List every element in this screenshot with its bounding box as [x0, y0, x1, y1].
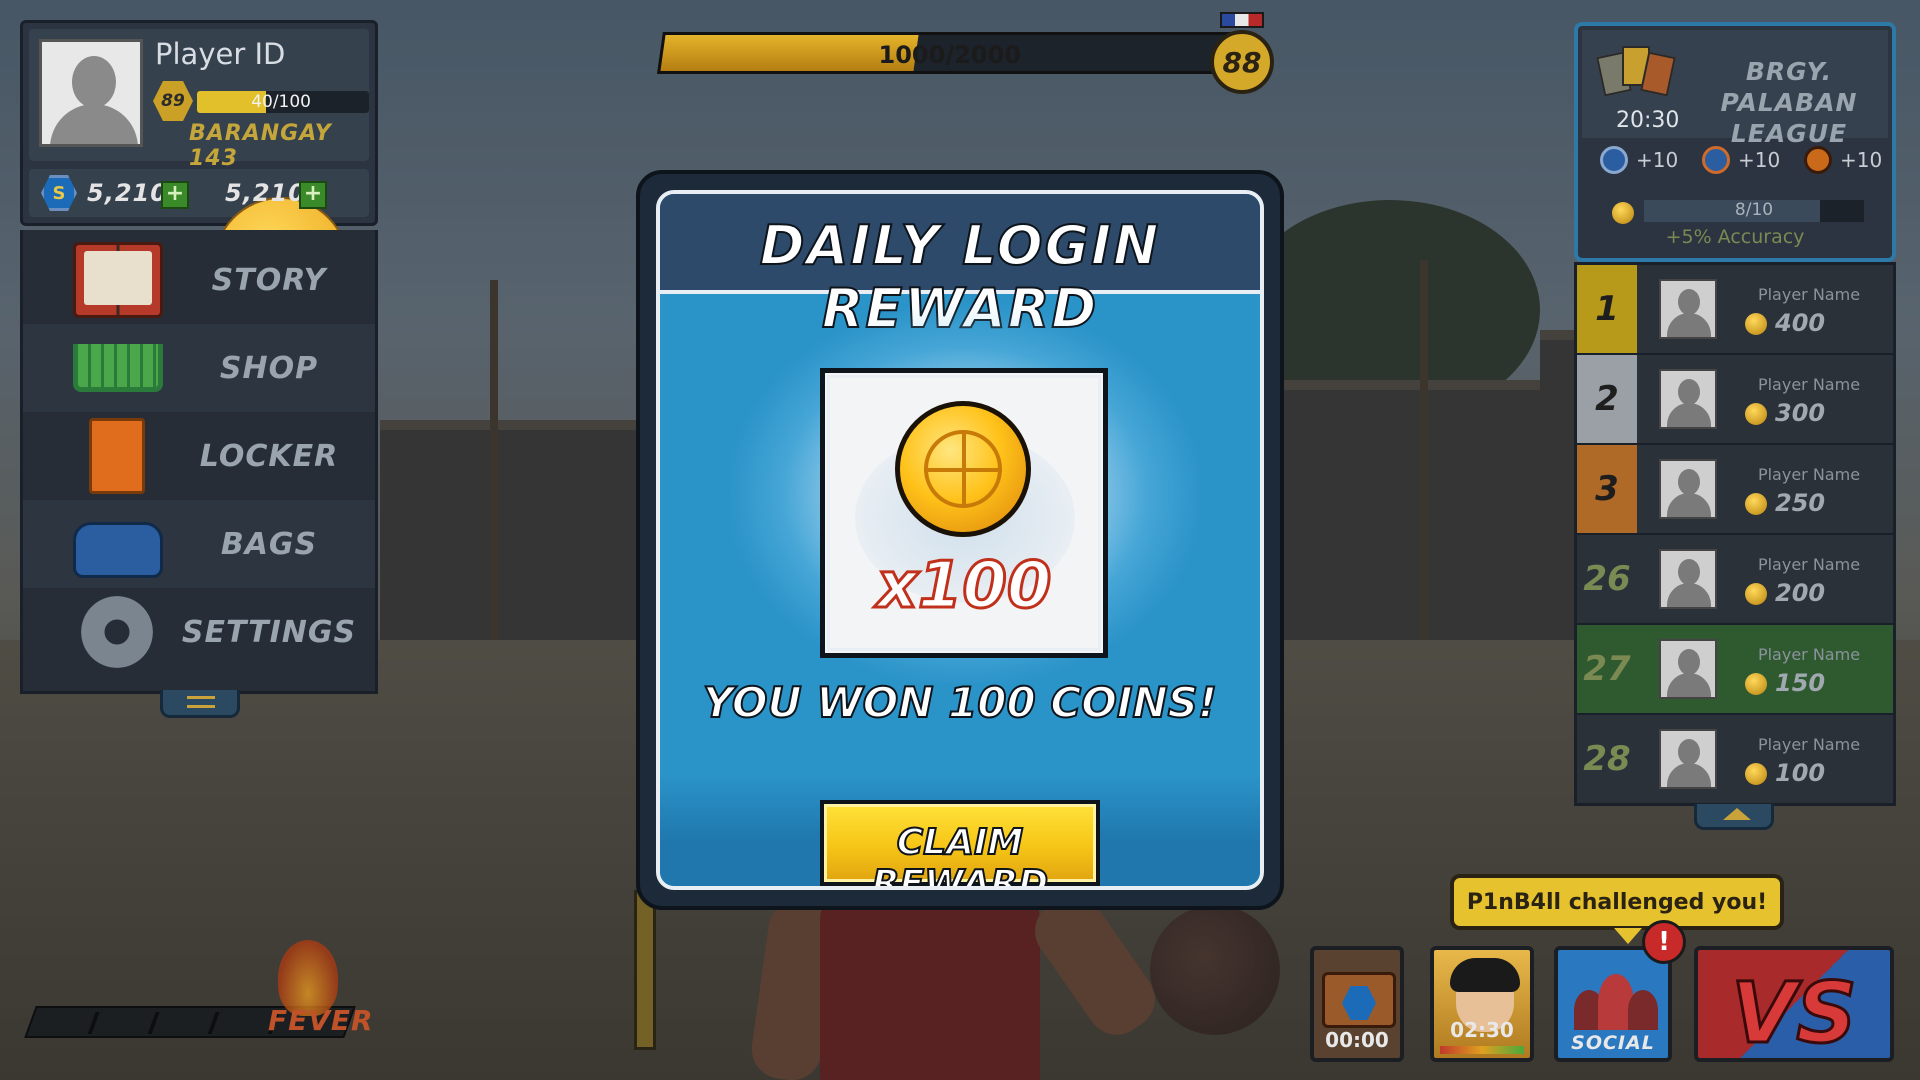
reward-card: x100 — [820, 368, 1108, 658]
dialog-header: DAILY LOGIN REWARD — [660, 194, 1260, 341]
claim-reward-label: CLAIM REWARD — [871, 821, 1049, 890]
dialog-body: DAILY LOGIN REWARD x100 YOU WON 100 COIN… — [656, 190, 1264, 890]
claim-reward-button[interactable]: CLAIM REWARD — [820, 800, 1100, 886]
daily-reward-dialog: DAILY LOGIN REWARD x100 YOU WON 100 COIN… — [636, 170, 1284, 910]
basketball-lines — [924, 430, 1002, 508]
modal-backdrop: DAILY LOGIN REWARD x100 YOU WON 100 COIN… — [0, 0, 1920, 1080]
reward-message: YOU WON 100 COINS! — [702, 677, 1218, 728]
basketball-coin-icon — [895, 401, 1031, 537]
reward-quantity: x100 — [875, 548, 1053, 625]
